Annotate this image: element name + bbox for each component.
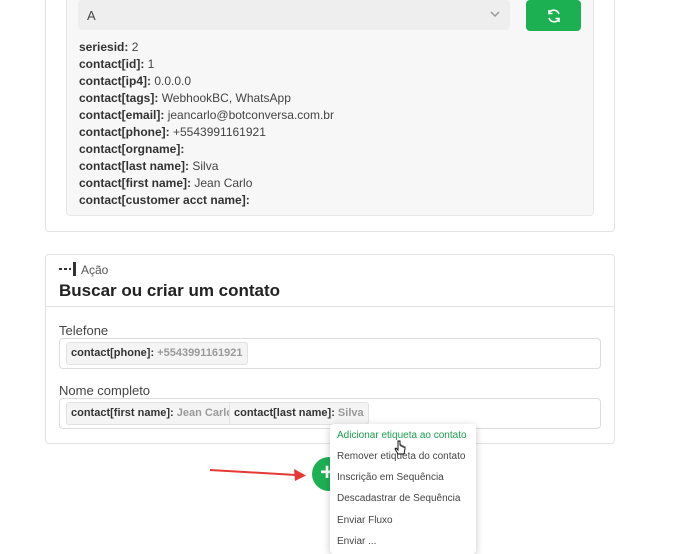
full-name-field[interactable]: contact[first name]: Jean Carlo contact[… xyxy=(59,398,601,429)
red-arrow-annotation xyxy=(209,469,306,481)
phone-chip[interactable]: contact[phone]: +5543991161921 xyxy=(66,342,248,365)
action-label: Ação xyxy=(81,263,109,277)
phone-label: Telefone xyxy=(59,323,109,338)
menu-item-unsubscribe-sequence[interactable]: Descadastrar de Sequência xyxy=(337,493,460,504)
action-title: Buscar ou criar um contato xyxy=(59,281,281,300)
sample-select[interactable]: A xyxy=(78,0,510,30)
menu-item-send-flow[interactable]: Enviar Fluxo xyxy=(337,515,393,526)
field-row: seriesid: 2 xyxy=(79,40,139,54)
chevron-down-icon xyxy=(490,11,500,18)
first-name-chip[interactable]: contact[first name]: Jean Carlo xyxy=(66,402,238,425)
field-row: contact[phone]: +5543991161921 xyxy=(79,125,266,139)
field-row: contact[tags]: WebhookBC, WhatsApp xyxy=(79,91,291,105)
field-row: contact[orgname]: xyxy=(79,142,185,156)
menu-item-send[interactable]: Enviar ... xyxy=(337,536,376,547)
field-row: contact[first name]: Jean Carlo xyxy=(79,176,253,190)
menu-item-subscribe-sequence[interactable]: Inscrição em Sequência xyxy=(337,472,444,483)
divider xyxy=(45,306,615,307)
sample-select-value: A xyxy=(87,8,96,23)
field-row: contact[customer acct name]: xyxy=(79,193,250,207)
action-icon xyxy=(59,262,76,276)
refresh-icon xyxy=(547,8,560,23)
refresh-button[interactable] xyxy=(526,0,581,31)
full-name-label: Nome completo xyxy=(59,383,151,398)
sample-fields-list: seriesid: 2 contact[id]: 1 contact[ip4]:… xyxy=(79,39,334,209)
hand-cursor-icon xyxy=(394,440,406,455)
phone-field[interactable]: contact[phone]: +5543991161921 xyxy=(59,338,601,369)
field-row: contact[email]: jeancarlo@botconversa.co… xyxy=(79,108,334,122)
last-name-chip[interactable]: contact[last name]: Silva xyxy=(229,402,369,425)
field-row: contact[id]: 1 xyxy=(79,57,155,71)
field-row: contact[last name]: Silva xyxy=(79,159,219,173)
field-row: contact[ip4]: 0.0.0.0 xyxy=(79,74,192,88)
